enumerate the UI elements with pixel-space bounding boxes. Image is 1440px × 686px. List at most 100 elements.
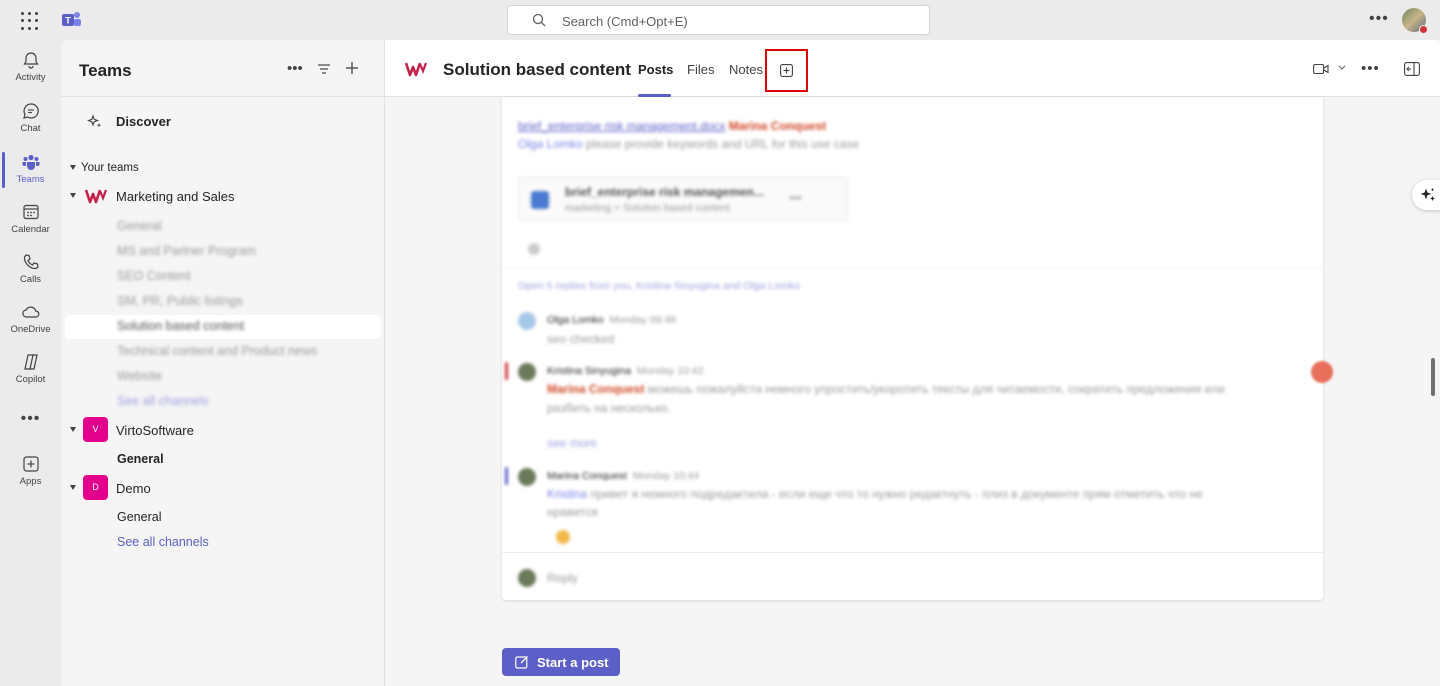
rail-item-onedrive[interactable]: OneDrive <box>0 298 61 344</box>
team-virtosoftware[interactable]: V VirtoSoftware <box>70 417 375 443</box>
channel-item[interactable]: General <box>117 510 161 524</box>
channel-item[interactable]: General <box>117 452 164 466</box>
importance-bar <box>505 362 508 380</box>
author: Kristina Sinyugina <box>547 365 632 377</box>
more-options-icon[interactable]: ••• <box>1369 10 1389 28</box>
channel-header: Solution based content Posts Files Notes… <box>385 40 1440 97</box>
svg-text:T: T <box>65 16 71 26</box>
timestamp: Monday 10:42 <box>636 365 704 377</box>
channel-item[interactable]: Technical content and Product news <box>117 344 317 358</box>
channel-item[interactable]: Website <box>117 369 162 383</box>
message-text: разбить на несколько. <box>547 401 671 415</box>
rail-item-calls[interactable]: Calls <box>0 248 61 294</box>
add-icon[interactable] <box>345 61 359 75</box>
post-body-line: brief_enterprise risk management.docx Ma… <box>518 119 826 133</box>
rail-item-copilot[interactable]: Copilot <box>0 348 61 394</box>
side-panel-icon[interactable] <box>1404 62 1420 76</box>
see-all-channels-link[interactable]: See all channels <box>117 394 209 408</box>
mention[interactable]: Olga Lomko <box>518 137 583 151</box>
divider <box>61 96 384 97</box>
file-attachment[interactable]: brief_enterprise risk managemen... marke… <box>518 177 848 221</box>
app-launcher-icon[interactable] <box>21 12 39 30</box>
bell-icon <box>22 52 39 69</box>
tab-files[interactable]: Files <box>687 62 714 77</box>
message-text: можешь пожалуйста немного упростить/укор… <box>647 382 1225 396</box>
filter-icon[interactable] <box>317 63 331 75</box>
chevron-down-icon[interactable] <box>1338 65 1346 71</box>
avatar <box>518 468 536 486</box>
chevron-down-icon <box>70 427 76 432</box>
author: Olga Lomko <box>547 314 604 326</box>
rail-label: Copilot <box>15 374 46 385</box>
message-text: Marina Conquest можешь пожалуйста немног… <box>547 382 1225 396</box>
rail-item-activity[interactable]: Activity <box>0 46 61 92</box>
file-link[interactable]: brief_enterprise risk management.docx <box>518 119 725 133</box>
rail-label: Calendar <box>11 224 50 235</box>
rail-label: Calls <box>19 274 42 285</box>
mention[interactable]: Marina Conquest <box>729 119 826 133</box>
search-bar[interactable]: Search (Cmd+Opt+E) <box>507 5 930 35</box>
reaction-icon[interactable] <box>1311 361 1333 383</box>
team-name: Marketing and Sales <box>116 189 235 204</box>
rail-item-chat[interactable]: Chat <box>0 97 61 143</box>
team-name: Demo <box>116 481 151 496</box>
title-bar: T Search (Cmd+Opt+E) ••• <box>0 0 1440 40</box>
your-teams-header[interactable]: Your teams <box>70 162 139 174</box>
tab-posts[interactable]: Posts <box>638 62 673 77</box>
message-text: нравится <box>547 505 598 519</box>
plus-square-icon <box>780 64 793 77</box>
app-rail: Activity Chat Teams Calendar Calls OneDr… <box>0 40 61 686</box>
emoji-reaction-icon[interactable] <box>556 530 570 544</box>
mention[interactable]: Marina Conquest <box>547 382 644 396</box>
message-text: please provide keywords and URL for this… <box>586 137 860 151</box>
team-demo[interactable]: D Demo <box>70 475 375 501</box>
channel-item[interactable]: SM, PR, Public listings <box>117 294 243 308</box>
add-tab-button[interactable] <box>765 49 808 92</box>
avatar <box>518 363 536 381</box>
see-all-channels-link[interactable]: See all channels <box>117 535 209 549</box>
team-name: VirtoSoftware <box>116 423 194 438</box>
section-label: Your teams <box>81 162 139 174</box>
copilot-button[interactable] <box>1412 180 1440 210</box>
rail-label: Activity <box>15 72 46 83</box>
accent-bar <box>505 467 508 485</box>
rail-item-calendar[interactable]: Calendar <box>0 198 61 244</box>
reaction-icon[interactable] <box>528 243 540 255</box>
replies-link[interactable]: Open 5 replies from you, Kristina Sinyug… <box>518 280 800 292</box>
rail-item-teams[interactable]: Teams <box>0 148 61 194</box>
video-camera-icon[interactable] <box>1313 63 1329 75</box>
scrollbar-thumb[interactable] <box>1431 358 1435 396</box>
more-options-icon[interactable]: ••• <box>287 60 303 77</box>
teams-icon <box>22 154 39 170</box>
channel-item[interactable]: MS and Partner Program <box>117 244 256 258</box>
more-apps-icon[interactable]: ••• <box>0 410 61 428</box>
more-options-icon[interactable]: ••• <box>789 191 802 205</box>
rail-label: Chat <box>20 123 41 134</box>
reply-row[interactable]: Reply <box>502 552 1323 600</box>
post-body-line: Olga Lomko please provide keywords and U… <box>518 137 859 151</box>
more-options-icon[interactable]: ••• <box>1361 60 1380 77</box>
channel-view: Solution based content Posts Files Notes… <box>385 40 1440 686</box>
team-avatar: D <box>83 475 108 500</box>
profile-avatar[interactable] <box>1402 8 1428 34</box>
start-post-button[interactable]: Start a post <box>502 648 620 676</box>
tab-notes[interactable]: Notes <box>729 62 763 77</box>
status-badge <box>1419 25 1428 34</box>
attachment-title: brief_enterprise risk managemen... <box>565 185 764 199</box>
post-card: brief_enterprise risk management.docx Ma… <box>502 97 1323 600</box>
team-marketing-and-sales[interactable]: Marketing and Sales <box>70 183 375 209</box>
timestamp: Monday 09:48 <box>609 314 677 326</box>
channel-item[interactable]: SEO Content <box>117 269 191 283</box>
teams-logo-icon: T <box>62 12 81 26</box>
rail-label: Teams <box>16 174 45 185</box>
avatar <box>518 569 536 587</box>
avatar <box>518 312 536 330</box>
see-more-link[interactable]: see more <box>547 436 597 450</box>
calendar-icon <box>22 204 39 220</box>
mention[interactable]: Kristina <box>547 487 587 501</box>
search-icon <box>532 13 546 27</box>
rail-item-apps[interactable]: Apps <box>0 450 61 496</box>
channel-item-selected[interactable]: Solution based content <box>117 319 244 333</box>
reply-button[interactable]: Reply <box>547 571 578 585</box>
channel-item[interactable]: General <box>117 219 161 233</box>
